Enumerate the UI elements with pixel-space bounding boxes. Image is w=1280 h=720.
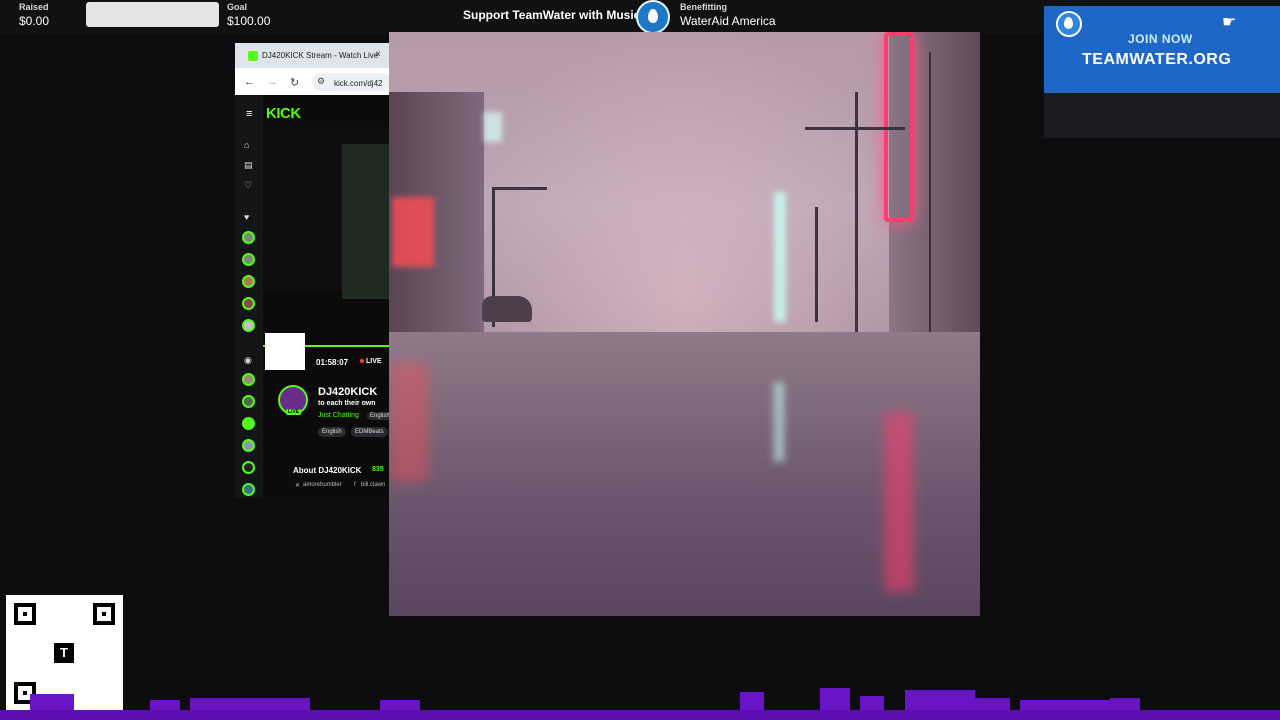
site-settings-icon[interactable]: ⚙ xyxy=(317,76,325,87)
live-broadcast-icon[interactable]: ◉ xyxy=(244,355,252,366)
equalizer-bar xyxy=(190,698,310,710)
equalizer-bar xyxy=(970,698,1010,710)
equalizer-bar xyxy=(860,696,884,710)
wateraid-logo-icon xyxy=(636,0,670,34)
teamwater-url: TEAMWATER.ORG xyxy=(1082,51,1232,68)
tag-chip[interactable]: EDMBeats xyxy=(351,427,388,437)
x-icon: ✕ xyxy=(295,483,301,489)
avatar-live-badge: LIVE xyxy=(286,409,302,415)
raised-label: Raised xyxy=(19,2,49,12)
recommended-channel-avatar[interactable] xyxy=(242,395,255,408)
recommended-channel-avatar[interactable] xyxy=(242,483,255,496)
followed-channel-avatar[interactable] xyxy=(242,275,255,288)
nested-video-frame xyxy=(342,144,391,299)
followed-channel-avatar[interactable] xyxy=(242,297,255,310)
equalizer-bar xyxy=(380,700,420,710)
neon-sign xyxy=(392,197,434,267)
teamwater-banner[interactable]: ☛ JOIN NOW TEAMWATER.ORG xyxy=(1044,6,1280,93)
recommended-channel-avatar[interactable] xyxy=(242,461,255,474)
neon-sign xyxy=(774,192,786,322)
browser-capture: DJ420KICK Stream - Watch Live × ← → ↻ ⚙ … xyxy=(235,43,391,498)
stream-category[interactable]: Just Chatting xyxy=(318,412,359,419)
equalizer-bar xyxy=(1020,700,1110,710)
tag-chip[interactable]: English xyxy=(318,427,346,437)
tree xyxy=(929,52,931,352)
social-link-x[interactable]: amorehumbler xyxy=(303,482,342,488)
forward-arrow-icon[interactable]: → xyxy=(267,76,278,88)
address-url: kick.com/dj42 xyxy=(334,79,383,88)
equalizer-bar xyxy=(740,692,764,710)
equalizer-bar xyxy=(30,694,74,710)
home-icon[interactable]: ⌂ xyxy=(244,140,249,150)
goal-value: $100.00 xyxy=(227,14,271,28)
join-now-text: JOIN NOW xyxy=(1128,32,1193,46)
followed-channel-avatar[interactable] xyxy=(242,231,255,244)
follower-count: 835 xyxy=(372,466,384,473)
equalizer-bar xyxy=(905,690,975,710)
street-lamp xyxy=(805,127,905,130)
qr-code-thumbnail xyxy=(265,333,305,370)
equalizer-bar xyxy=(820,688,850,710)
social-link-facebook[interactable]: bill.clawn xyxy=(361,482,385,488)
campaign-title: Support TeamWater with Music xyxy=(463,8,641,22)
equalizer-bar xyxy=(150,700,180,710)
reload-icon[interactable]: ↻ xyxy=(290,76,299,89)
pointing-hand-icon: ☛ xyxy=(1222,14,1237,31)
beneficiary-name: WaterAid America xyxy=(680,14,776,28)
browser-tab-title[interactable]: DJ420KICK Stream - Watch Live xyxy=(262,51,378,60)
neon-sign xyxy=(484,112,502,142)
equalizer-baseline xyxy=(0,710,1280,720)
followed-channel-avatar[interactable] xyxy=(242,319,255,332)
street-lamp xyxy=(492,187,547,190)
car xyxy=(482,296,532,322)
about-heading: About DJ420KICK xyxy=(293,466,362,475)
language-chip[interactable]: English xyxy=(367,412,391,420)
channel-name[interactable]: DJ420KICK xyxy=(318,386,377,398)
donation-progress-bar xyxy=(86,2,219,27)
live-indicator: LIVE xyxy=(360,358,382,365)
following-icon[interactable]: ♡ xyxy=(244,180,252,191)
tab-close-icon[interactable]: × xyxy=(375,49,381,60)
stream-title: to each their own xyxy=(318,400,376,407)
qr-center-logo: T xyxy=(54,643,74,663)
benefitting-label: Benefitting xyxy=(680,2,727,12)
kick-favicon-icon xyxy=(248,51,258,61)
kick-logo[interactable]: KICK xyxy=(266,105,301,122)
hamburger-menu-icon[interactable]: ≡ xyxy=(246,108,252,120)
facebook-icon: f xyxy=(354,482,356,488)
street-lamp xyxy=(815,207,818,322)
teamwater-panel: ☛ JOIN NOW TEAMWATER.ORG xyxy=(1044,6,1280,138)
recommended-channel-avatar[interactable] xyxy=(242,373,255,386)
recommended-channel-avatar[interactable] xyxy=(242,439,255,452)
music-video-scene xyxy=(389,32,980,616)
recommended-channel-avatar[interactable] xyxy=(242,417,255,430)
followed-channel-avatar[interactable] xyxy=(242,253,255,266)
browse-icon[interactable]: ▤ xyxy=(244,160,253,171)
raised-value: $0.00 xyxy=(19,14,50,28)
goal-label: Goal xyxy=(227,2,248,12)
stream-uptime: 01:58:07 xyxy=(316,358,349,367)
favorites-heart-icon[interactable]: ♥ xyxy=(244,212,249,222)
water-drop-icon xyxy=(1056,11,1082,37)
equalizer-bar xyxy=(1110,698,1140,710)
back-arrow-icon[interactable]: ← xyxy=(244,76,255,88)
